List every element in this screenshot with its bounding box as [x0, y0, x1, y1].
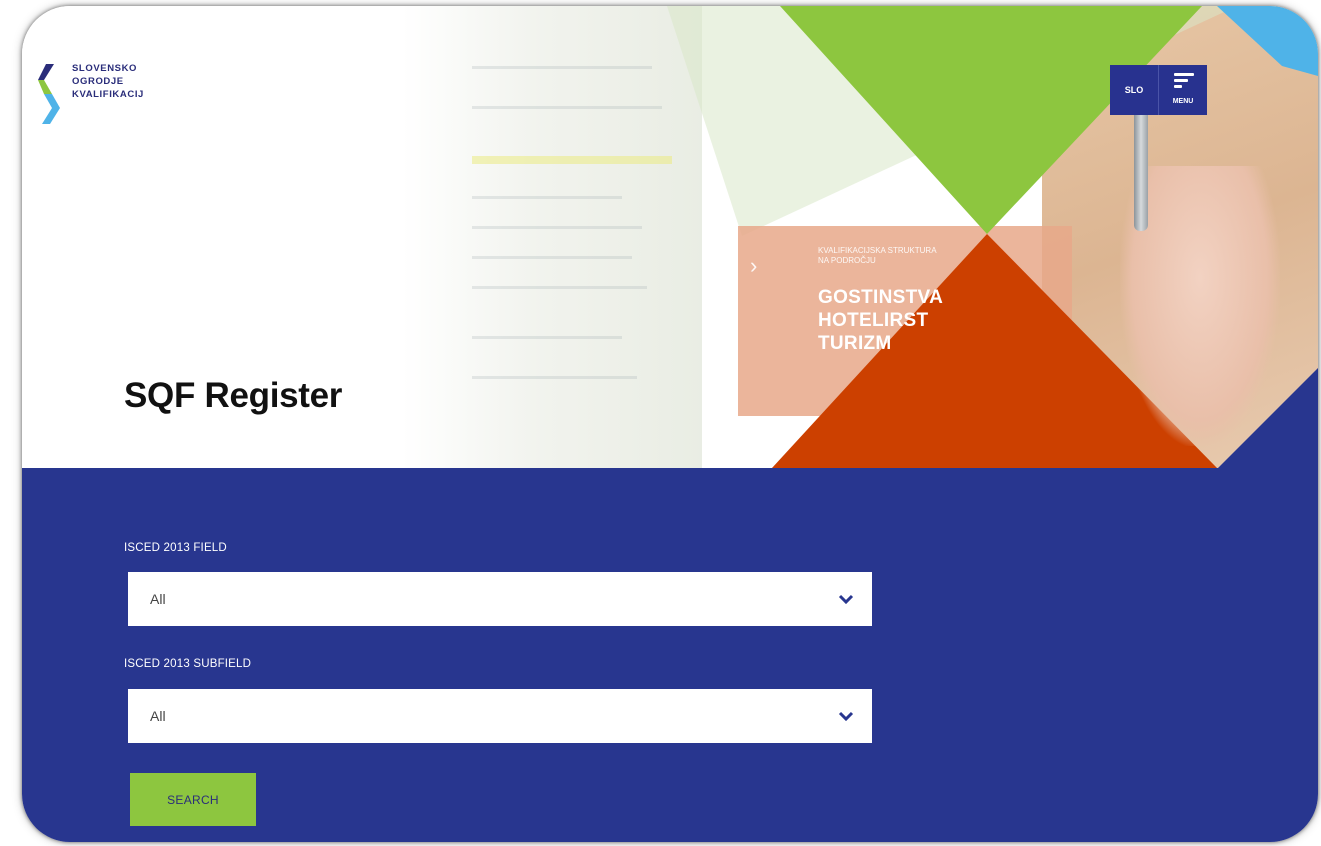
chevron-down-icon — [838, 594, 854, 604]
isced-field-value: All — [150, 591, 166, 607]
book-logo-icon: › — [750, 253, 758, 278]
page-frame: › KVALIFIKACIJSKA STRUKTURA NA PODROČJU … — [22, 6, 1318, 842]
page-title: SQF Register — [124, 376, 343, 415]
menu-label: MENU — [1172, 98, 1194, 105]
isced-field-select[interactable]: All — [128, 572, 872, 626]
site-logo[interactable]: SLOVENSKO OGRODJE KVALIFIKACIJ — [38, 62, 144, 132]
search-button[interactable]: SEARCH — [130, 773, 256, 826]
book-subtitle: KVALIFIKACIJSKA STRUKTURA NA PODROČJU — [818, 246, 937, 265]
logo-chevron-icon — [38, 62, 60, 132]
hero-banner: › KVALIFIKACIJSKA STRUKTURA NA PODROČJU … — [22, 6, 1318, 468]
pen-image — [1134, 101, 1148, 231]
menu-button[interactable]: MENU — [1158, 65, 1207, 115]
hamburger-icon — [1174, 73, 1194, 91]
isced-field-label: ISCED 2013 FIELD — [124, 542, 227, 554]
chevron-down-icon — [838, 711, 854, 721]
language-label: SLO — [1124, 85, 1144, 95]
language-switch-button[interactable]: SLO — [1110, 65, 1158, 115]
isced-subfield-select[interactable]: All — [128, 689, 872, 743]
logo-text: SLOVENSKO OGRODJE KVALIFIKACIJ — [72, 63, 144, 100]
book-cover-title: GOSTINSTVA HOTELIRST TURIZM — [818, 287, 944, 354]
isced-subfield-label: ISCED 2013 SUBFIELD — [124, 658, 252, 670]
isced-subfield-value: All — [150, 708, 166, 724]
